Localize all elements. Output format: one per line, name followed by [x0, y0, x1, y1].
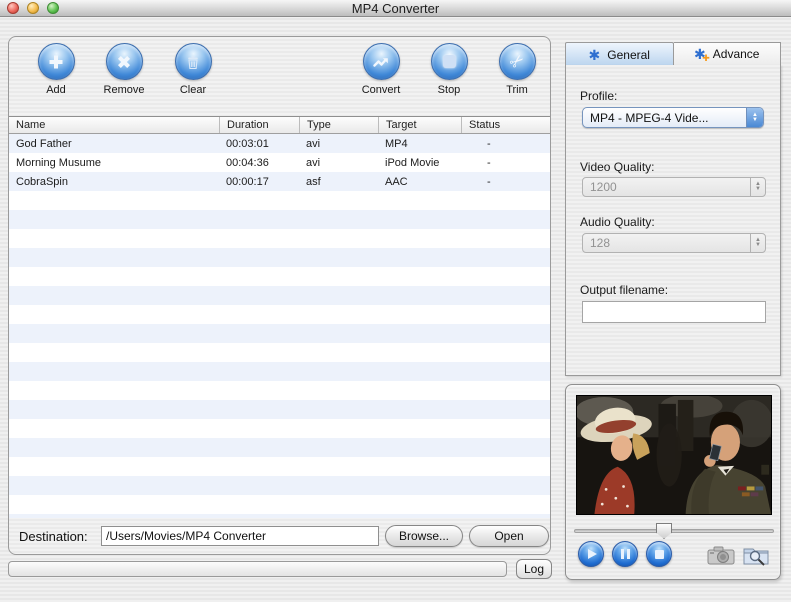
pause-button[interactable]	[612, 541, 638, 567]
clear-button[interactable]: Clear	[164, 43, 222, 96]
table-row[interactable]: Morning Musume 00:04:36 avi iPod Movie -	[9, 153, 550, 172]
video-quality-stepper: 1200 ▲▼	[582, 177, 766, 197]
add-button-label: Add	[27, 84, 85, 96]
cell-duration: 00:00:17	[219, 176, 299, 188]
popup-arrows-icon: ▲▼	[746, 108, 763, 127]
table-row[interactable]: God Father 00:03:01 avi MP4 -	[9, 134, 550, 153]
file-list: God Father 00:03:01 avi MP4 - Morning Mu…	[9, 134, 550, 518]
audio-quality-label: Audio Quality:	[580, 215, 655, 229]
convert-button-label: Convert	[352, 84, 410, 96]
play-button[interactable]	[578, 541, 604, 567]
file-table-header: Name Duration Type Target Status	[9, 117, 550, 134]
cell-type: avi	[299, 138, 378, 150]
destination-input[interactable]	[101, 526, 379, 546]
preview-seek-slider[interactable]	[574, 523, 774, 539]
cell-status: -	[461, 138, 550, 150]
window-title: MP4 Converter	[0, 1, 791, 16]
remove-button-label: Remove	[95, 84, 153, 96]
browse-button[interactable]: Browse...	[385, 525, 463, 547]
playback-controls	[578, 541, 770, 571]
cell-duration: 00:03:01	[219, 138, 299, 150]
play-icon	[588, 549, 597, 559]
trash-icon	[183, 52, 203, 72]
conversion-progress-bar	[8, 561, 507, 577]
cell-duration: 00:04:36	[219, 157, 299, 169]
cell-target: AAC	[378, 176, 461, 188]
stop-icon	[655, 550, 664, 559]
movie-still-image	[577, 396, 771, 514]
x-icon	[114, 52, 134, 72]
destination-label: Destination:	[19, 529, 88, 544]
app-window: MP4 Converter Add Remove Clear	[0, 0, 791, 602]
slider-track[interactable]	[574, 529, 774, 533]
log-button[interactable]: Log	[516, 559, 552, 579]
stepper-arrows-icon: ▲▼	[750, 234, 765, 252]
column-header-name[interactable]: Name	[9, 117, 219, 133]
column-header-status[interactable]: Status	[461, 117, 550, 133]
remove-button[interactable]: Remove	[95, 43, 153, 96]
plus-icon	[46, 52, 66, 72]
stop-button-label: Stop	[420, 84, 478, 96]
video-quality-label: Video Quality:	[580, 160, 655, 174]
profile-label: Profile:	[580, 89, 617, 103]
cell-target: MP4	[378, 138, 461, 150]
cell-type: asf	[299, 176, 378, 188]
stop-conversion-button[interactable]: Stop	[420, 43, 478, 96]
trim-button[interactable]: ✂ Trim	[488, 43, 546, 96]
toolbar: Add Remove Clear Conver	[9, 43, 550, 117]
cell-target: iPod Movie	[378, 157, 461, 169]
preview-panel	[565, 384, 781, 580]
trim-button-label: Trim	[488, 84, 546, 96]
convert-arrow-icon	[371, 52, 391, 72]
settings-tabs: ✱ General ✱✚ Advance	[565, 42, 781, 66]
video-quality-value: 1200	[583, 180, 750, 194]
tab-advance[interactable]: ✱✚ Advance	[674, 42, 782, 66]
gear-plus-icon: ✱✚	[694, 47, 706, 61]
column-header-duration[interactable]: Duration	[219, 117, 299, 133]
stop-playback-button[interactable]	[646, 541, 672, 567]
stepper-arrows-icon: ▲▼	[750, 178, 765, 196]
profile-value: MP4 - MPEG-4 Vide...	[583, 111, 746, 125]
main-panel: Add Remove Clear Conver	[8, 36, 551, 555]
cell-name: God Father	[9, 138, 219, 150]
add-button[interactable]: Add	[27, 43, 85, 96]
tab-general-label: General	[607, 48, 650, 62]
output-filename-label: Output filename:	[580, 283, 668, 297]
general-settings-panel: Profile: MP4 - MPEG-4 Vide... ▲▼ Video Q…	[565, 65, 781, 376]
tab-general[interactable]: ✱ General	[565, 42, 674, 66]
table-row[interactable]: CobraSpin 00:00:17 asf AAC -	[9, 172, 550, 191]
cell-type: avi	[299, 157, 378, 169]
cell-name: CobraSpin	[9, 176, 219, 188]
destination-row: Destination: Browse... Open	[9, 525, 550, 551]
file-table: Name Duration Type Target Status God Fat…	[9, 116, 550, 518]
column-header-type[interactable]: Type	[299, 117, 378, 133]
preview-slider-thumb[interactable]	[656, 523, 672, 539]
gear-icon: ✱	[589, 48, 601, 62]
open-button[interactable]: Open	[469, 525, 549, 547]
title-bar: MP4 Converter	[0, 0, 791, 17]
clear-button-label: Clear	[164, 84, 222, 96]
audio-quality-value: 128	[583, 236, 750, 250]
pause-icon	[621, 549, 630, 559]
output-filename-input[interactable]	[582, 301, 766, 323]
video-preview-frame	[576, 395, 772, 515]
profile-select[interactable]: MP4 - MPEG-4 Vide... ▲▼	[582, 107, 764, 128]
scissors-icon: ✂	[506, 50, 528, 72]
folder-browse-icon[interactable]	[742, 543, 770, 567]
column-header-target[interactable]: Target	[378, 117, 461, 133]
stop-square-icon	[443, 55, 456, 68]
cell-status: -	[461, 157, 550, 169]
camera-snapshot-icon[interactable]	[706, 543, 736, 567]
convert-button[interactable]: Convert	[352, 43, 410, 96]
tab-advance-label: Advance	[713, 47, 760, 61]
audio-quality-stepper: 128 ▲▼	[582, 233, 766, 253]
cell-name: Morning Musume	[9, 157, 219, 169]
cell-status: -	[461, 176, 550, 188]
